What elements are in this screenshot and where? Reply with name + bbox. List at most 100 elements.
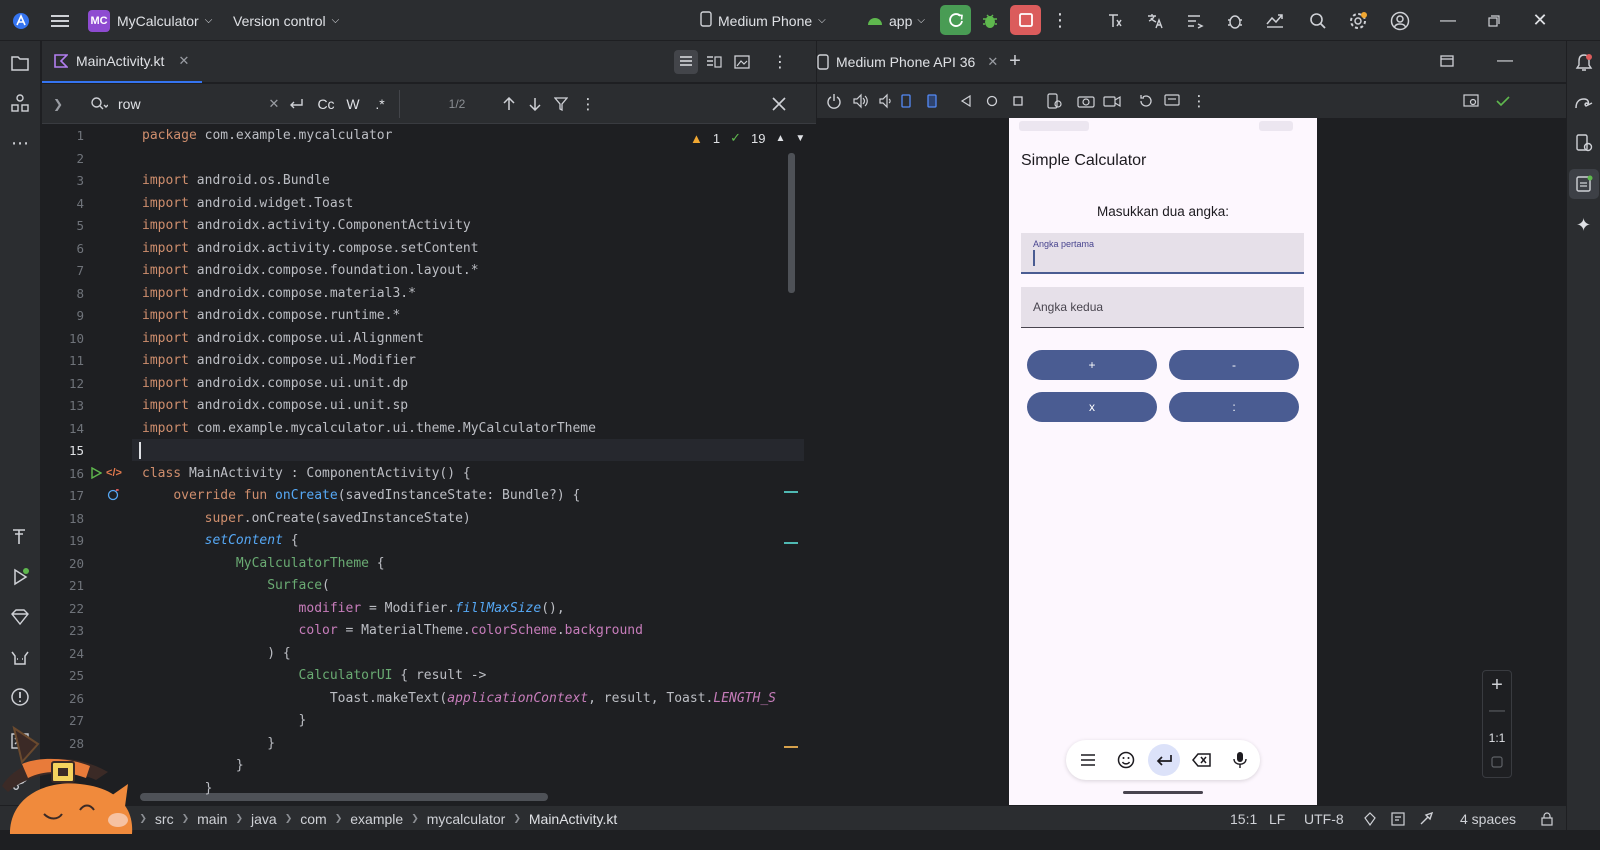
first-number-field[interactable]: Angka pertama [1021, 233, 1304, 274]
build-tools-icon[interactable] [1103, 0, 1127, 41]
line-number[interactable]: 16 [42, 466, 84, 481]
line-number[interactable]: 19 [42, 533, 84, 548]
overview-icon[interactable] [1009, 92, 1027, 110]
match-case-toggle[interactable]: Cc [314, 94, 338, 114]
breadcrumb-item[interactable]: main [197, 811, 227, 827]
rotate-right-icon[interactable] [923, 92, 941, 110]
split-view-icon[interactable] [702, 50, 726, 74]
emoji-icon[interactable] [1114, 748, 1138, 772]
record-screen-icon[interactable] [1103, 92, 1121, 110]
vertical-scrollbar[interactable] [788, 153, 795, 293]
gradle-icon[interactable] [1567, 89, 1600, 117]
chevron-right-icon[interactable]: ❯ [50, 94, 66, 114]
multiply-button[interactable]: x [1027, 392, 1157, 422]
find-input[interactable] [118, 92, 268, 116]
structure-icon[interactable] [0, 89, 40, 117]
override-icon[interactable] [106, 488, 120, 502]
line-number[interactable]: 17 [42, 488, 84, 503]
line-number[interactable]: 15 [42, 443, 84, 458]
line-number[interactable]: 21 [42, 578, 84, 593]
gem-icon[interactable] [0, 603, 40, 631]
line-number[interactable]: 2 [42, 151, 84, 166]
zoom-out-icon[interactable]: — [1483, 699, 1511, 723]
volume-down-icon[interactable] [877, 92, 895, 110]
lock-icon[interactable] [1541, 806, 1553, 831]
second-number-field[interactable]: Angka kedua [1021, 287, 1304, 328]
problems-icon[interactable] [0, 683, 40, 711]
chevron-down-icon[interactable]: ▼ [795, 133, 804, 144]
regex-toggle[interactable]: .* [368, 94, 392, 114]
volume-up-icon[interactable] [851, 92, 869, 110]
restore-window-icon[interactable] [1482, 0, 1506, 41]
stop-button[interactable] [1010, 5, 1041, 35]
more-tools-icon[interactable]: ⋯ [0, 129, 40, 157]
power-save-icon[interactable] [1419, 806, 1435, 831]
line-number[interactable]: 18 [42, 511, 84, 526]
line-number[interactable]: 25 [42, 668, 84, 683]
line-number[interactable]: 24 [42, 646, 84, 661]
read-only-toggle-icon[interactable] [1391, 806, 1405, 831]
layout-inspector-icon[interactable] [1461, 92, 1481, 110]
device-manager-icon[interactable] [1567, 129, 1600, 157]
snapshot-icon[interactable] [1137, 92, 1155, 110]
minimize-window-icon[interactable]: — [1436, 0, 1460, 41]
line-number[interactable]: 22 [42, 601, 84, 616]
settings-gear-icon[interactable] [1346, 0, 1370, 41]
project-folder-icon[interactable] [0, 49, 40, 77]
design-view-icon[interactable] [730, 50, 754, 74]
git-icon[interactable] [1364, 806, 1376, 831]
next-match-icon[interactable] [526, 94, 544, 114]
line-number[interactable]: 5 [42, 218, 84, 233]
line-number[interactable]: 7 [42, 263, 84, 278]
add-button[interactable]: + [1027, 350, 1157, 380]
subtract-button[interactable]: - [1169, 350, 1299, 380]
caret-position[interactable]: 15:1 [1230, 806, 1257, 831]
line-number[interactable]: 8 [42, 286, 84, 301]
line-number[interactable]: 11 [42, 353, 84, 368]
file-encoding[interactable]: UTF-8 [1304, 806, 1344, 831]
sync-gradle-icon[interactable] [1183, 0, 1207, 41]
tab-mainactivity[interactable]: MainActivity.kt ✕ [42, 41, 202, 83]
close-window-icon[interactable]: ✕ [1528, 0, 1552, 41]
close-tab-icon[interactable]: ✕ [987, 54, 998, 70]
build-icon[interactable] [0, 523, 40, 551]
breadcrumb-item[interactable]: MainActivity.kt [529, 811, 617, 827]
bug-settings-icon[interactable] [1223, 0, 1247, 41]
line-number[interactable]: 13 [42, 398, 84, 413]
notifications-icon[interactable] [1567, 49, 1600, 77]
check-icon[interactable] [1493, 92, 1513, 110]
translate-icon[interactable] [1143, 0, 1167, 41]
enter-key-icon[interactable] [1148, 744, 1180, 776]
line-number[interactable]: 10 [42, 331, 84, 346]
indent-setting[interactable]: 4 spaces [1460, 806, 1516, 831]
divide-button[interactable]: : [1169, 392, 1299, 422]
breadcrumb-item[interactable]: mycalculator [427, 811, 506, 827]
chevron-up-icon[interactable]: ▲ [775, 133, 785, 144]
whole-words-toggle[interactable]: W [342, 94, 364, 114]
inspection-widget[interactable]: ▲ 1 ✓ 19 ▲ ▼ [690, 130, 804, 146]
rerun-button[interactable] [940, 5, 971, 35]
home-icon[interactable] [983, 92, 1001, 110]
line-number[interactable]: 20 [42, 556, 84, 571]
search-history-icon[interactable] [88, 94, 110, 114]
gesture-navigation-bar[interactable] [1123, 791, 1203, 794]
new-line-icon[interactable] [286, 94, 306, 114]
line-number[interactable]: 4 [42, 196, 84, 211]
back-icon[interactable] [957, 92, 975, 110]
line-number[interactable]: 6 [42, 241, 84, 256]
main-menu-icon[interactable] [48, 0, 72, 41]
gemini-sparkle-icon[interactable]: ✦ [1567, 211, 1600, 239]
line-number[interactable]: 1 [42, 128, 84, 143]
breadcrumb-item[interactable]: src [155, 811, 174, 827]
screenshot-icon[interactable] [1077, 92, 1095, 110]
breadcrumb-item[interactable]: com [300, 811, 326, 827]
breadcrumb-item[interactable]: java [251, 811, 277, 827]
running-devices-icon[interactable] [1569, 169, 1599, 199]
search-icon[interactable] [1306, 0, 1330, 41]
compose-preview-icon[interactable]: </> [105, 465, 123, 481]
clear-search-icon[interactable]: ✕ [266, 94, 282, 114]
emulator-more-icon[interactable]: ⋮ [1191, 92, 1207, 110]
breadcrumb-item[interactable]: example [350, 811, 403, 827]
filter-icon[interactable] [552, 94, 570, 114]
backspace-icon[interactable] [1190, 748, 1214, 772]
